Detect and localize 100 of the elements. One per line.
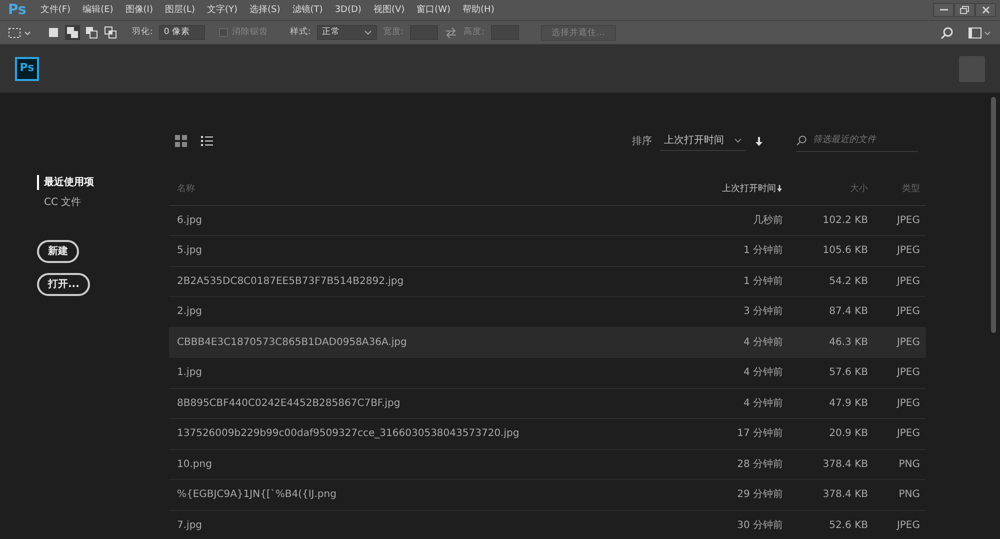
search-icon[interactable] [940,26,954,40]
window-minimize-button[interactable] [933,3,954,17]
opened-time: 4 分钟前 [742,336,783,350]
selection-mode-icon [46,25,61,40]
menu-item[interactable]: 视图(V) [367,0,411,20]
restore-icon [960,6,969,14]
file-row[interactable]: 8B895CBF440C0242E4452B285867C7BF.jpg 4 分钟前 47.9 KB JPEG [169,388,926,419]
file-row[interactable]: 6.jpg 几秒前 102.2 KB JPEG [169,206,926,236]
opened-time: 1 分钟前 [742,244,783,258]
menu-item[interactable]: 编辑(E) [76,0,120,20]
file-name: 5.jpg [176,244,204,258]
opened-time: 29 分钟前 [736,488,783,502]
file-size: 102.2 KB [822,214,868,228]
file-name: 6.jpg [176,214,204,228]
file-type: JPEG [896,427,921,442]
menu-item[interactable]: 帮助(H) [456,0,500,20]
file-size: 57.6 KB [828,366,868,380]
file-size: 378.4 KB [822,488,868,502]
feather-label: 羽化: [132,26,153,39]
file-row[interactable]: 7.jpg 30 分钟前 52.6 KB JPEG [169,510,926,539]
opened-time: 1 分钟前 [742,274,783,289]
sidebar-item[interactable]: 最近使用项 [37,175,169,190]
file-name: 1.jpg [176,366,204,380]
search-icon [796,135,807,146]
file-type: PNG [898,488,921,502]
sort-direction-icon[interactable] [754,136,764,147]
selection-mode-button[interactable] [46,25,61,40]
file-type: JPEG [896,366,921,380]
file-name: 10.png [176,458,213,472]
menu-item[interactable]: 文字(Y) [201,0,244,20]
style-dropdown[interactable]: 正常 [316,25,377,40]
file-name: 8B895CBF440C0242E4452B285867C7BF.jpg [176,396,402,411]
list-view-icon[interactable] [201,135,213,148]
file-size: 54.2 KB [828,274,868,289]
menu-item[interactable]: 选择(S) [244,0,286,20]
opened-time: 几秒前 [752,214,783,228]
file-size: 87.4 KB [828,305,868,320]
file-row[interactable]: 137526009b229b99c00daf9509327cce_3166030538043573720.jpg 17 分钟前 20.9 KB JPEG [169,419,926,450]
opened-time: 28 分钟前 [736,458,783,472]
selection-mode-icon [103,25,118,40]
sidebar-button[interactable]: 新建 [37,240,79,263]
file-type: JPEG [896,244,921,258]
file-name: 2.jpg [176,305,204,320]
file-row[interactable]: 5.jpg 1 分钟前 105.6 KB JPEG [169,236,926,266]
opened-time: 3 分钟前 [742,304,783,320]
file-size: 47.9 KB [828,396,868,411]
selection-mode-button[interactable] [84,25,99,40]
swap-icon[interactable] [444,26,458,38]
file-type: JPEG [896,396,921,411]
menu-item[interactable]: 窗口(W) [410,0,457,20]
file-row[interactable]: 1.jpg 4 分钟前 57.6 KB JPEG [169,358,926,388]
file-size: 46.3 KB [828,336,868,350]
menu-item[interactable]: 3D(D) [328,0,368,20]
menu-item[interactable]: 图像(I) [119,0,159,20]
filter-field[interactable]: 筛选最近的文件 [811,133,911,148]
menu-item[interactable]: 文件(F) [34,0,77,20]
opened-time: 4 分钟前 [742,396,783,411]
file-size: 52.6 KB [828,518,868,533]
file-type: PNG [898,458,921,472]
file-type: JPEG [896,305,921,320]
caret-icon [734,136,742,145]
window-close-button[interactable] [975,3,996,17]
file-size: 20.9 KB [828,427,868,442]
menu-item[interactable]: 图层(L) [158,0,202,20]
file-name: 2B2A535DC8C0187EE5B73F7B514B2892.jpg [176,274,405,289]
file-type: JPEG [896,336,921,350]
feather-field[interactable]: 0 像素 [158,25,205,40]
file-row[interactable]: 2B2A535DC8C0187EE5B73F7B514B2892.jpg 1 分钟前 54.2 KB JPEG [169,266,926,297]
column-header[interactable]: 上次打开时间 [673,183,783,197]
file-type: JPEG [896,214,921,228]
selection-mode-icon [65,25,80,40]
minimize-icon [940,9,948,11]
file-row[interactable]: %{EGBJC9A}1JN{[`%B4({IJ.png 29 分钟前 378.4 KB PNG [169,480,926,510]
marquee-icon[interactable] [8,26,32,38]
scrollbar-thumb[interactable] [991,97,996,333]
file-name: 7.jpg [176,518,204,533]
grid-view-icon[interactable] [175,135,187,148]
app-logo: Ps [15,56,39,80]
file-type: JPEG [896,274,921,289]
opened-time: 30 分钟前 [736,518,783,533]
sidebar-button[interactable]: 打开... [37,273,90,296]
sort-label: 排序 [632,134,652,149]
selection-mode-button[interactable] [65,25,80,40]
file-row[interactable]: 10.png 28 分钟前 378.4 KB PNG [169,450,926,480]
file-size: 105.6 KB [822,244,868,258]
menu-item[interactable]: 滤镜(T) [286,0,329,20]
selection-mode-button[interactable] [103,25,118,40]
selection-mode-icon [84,25,99,40]
window-restore-button[interactable] [954,3,975,17]
style-label: 样式: [290,26,311,39]
close-icon [982,6,990,14]
workspace-icon[interactable] [968,26,992,38]
app-logo: Ps [7,0,28,20]
sort-dropdown[interactable]: 上次打开时间 [660,131,746,152]
sidebar-item[interactable]: CC 文件 [37,195,169,210]
file-name: %{EGBJC9A}1JN{[`%B4({IJ.png [176,488,338,502]
file-name: 137526009b229b99c00daf9509327cce_3166030538043573720.jpg [176,427,520,442]
file-name: CBBB4E3C1870573C865B1DAD0958A36A.jpg [176,336,408,350]
opened-time: 17 分钟前 [736,426,783,442]
file-row[interactable]: CBBB4E3C1870573C865B1DAD0958A36A.jpg 4 分钟前 46.3 KB JPEG [169,328,926,358]
